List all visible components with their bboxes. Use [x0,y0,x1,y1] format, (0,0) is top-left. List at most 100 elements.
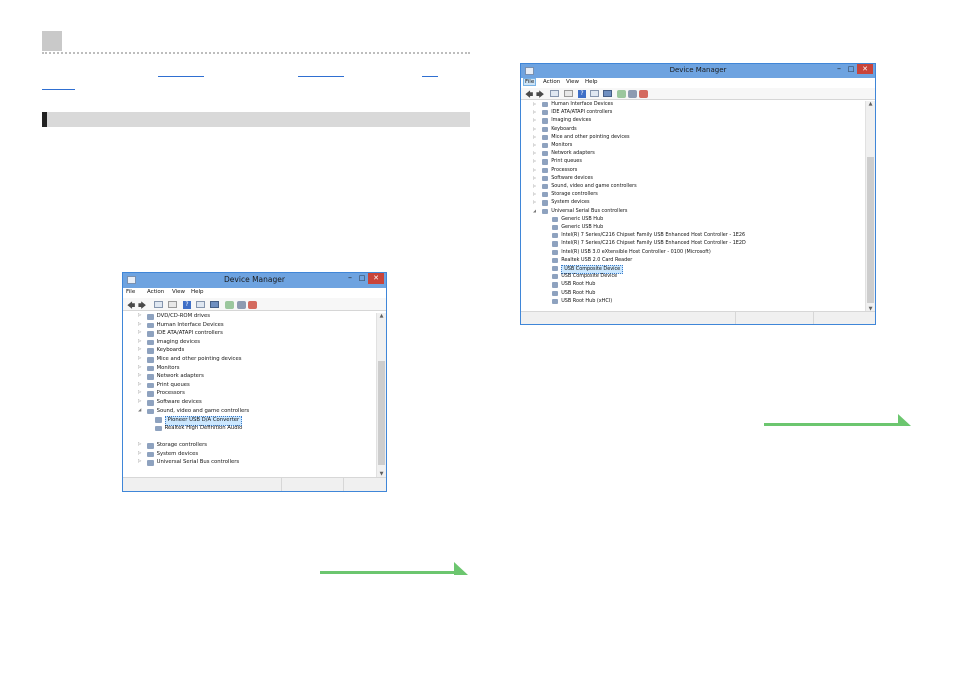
close-button[interactable]: ✕ [857,64,873,74]
expand-arrow-icon[interactable]: ▷ [138,313,141,318]
monitor-view-icon[interactable] [210,301,219,308]
tree-item-label[interactable]: Processors [551,167,577,174]
maximize-button[interactable]: □ [845,65,857,73]
tree-row[interactable]: Pioneer USB D/A Converter [123,416,376,426]
tree-row[interactable]: USB Root Hub [521,290,865,298]
scan-hardware-icon[interactable] [617,90,626,98]
scrollbar-thumb[interactable] [378,361,385,465]
expand-arrow-icon[interactable]: ▷ [533,109,536,114]
minimize-button[interactable]: – [344,273,356,282]
tree-item-label[interactable]: System devices [157,451,199,459]
link-underline-3[interactable] [422,76,438,77]
tree-row[interactable]: Intel(R) 7 Series/C216 Chipset Family US… [521,240,865,248]
tree-row[interactable]: ▷ Universal Serial Bus controllers [123,459,376,468]
disable-device-icon[interactable] [237,301,246,309]
tree-item-label[interactable]: Network adapters [551,150,595,157]
expand-arrow-icon[interactable]: ▷ [138,442,141,447]
tree-item-label[interactable]: Human Interface Devices [157,322,224,330]
link-underline-2[interactable] [298,76,344,77]
properties-icon[interactable] [550,90,559,97]
expand-arrow-icon[interactable]: ▷ [533,134,536,139]
tree-row[interactable]: ▷ IDE ATA/ATAPI controllers [521,109,865,117]
forward-arrow-icon[interactable]: 🡆 [138,300,146,314]
expand-arrow-icon[interactable]: ▷ [533,150,536,155]
menu-file[interactable]: File [523,78,537,86]
tree-row[interactable]: USB Composite Device [521,265,865,275]
tree-row[interactable]: ▷ System devices [521,199,865,207]
tree-item-label[interactable]: Storage controllers [551,191,598,198]
vertical-scrollbar[interactable]: ▲ ▼ [865,101,875,312]
expand-arrow-icon[interactable]: ▷ [138,399,141,404]
tree-row[interactable]: ▷ Software devices [123,399,376,408]
tree-item-label[interactable]: Realtek USB 2.0 Card Reader [561,257,632,264]
tree-item-label[interactable]: Intel(R) USB 3.0 eXtensible Host Control… [561,249,711,256]
tree-item-label[interactable]: Imaging devices [157,339,200,347]
title-bar[interactable]: Device Manager – □ ✕ [123,273,386,288]
tree-item-label[interactable]: Keyboards [551,126,577,133]
tree-row[interactable]: ▷ Processors [123,390,376,399]
menu-help[interactable]: Help [585,79,598,85]
scroll-up-arrow-icon[interactable]: ▲ [377,313,386,319]
tree-item-label[interactable]: USB Composite Device [561,273,617,280]
tree-item-label[interactable]: Generic USB Hub [561,224,603,231]
tree-item-label[interactable]: Mice and other pointing devices [157,356,242,364]
title-bar[interactable]: Device Manager – □ ✕ [521,64,875,78]
uninstall-device-icon[interactable] [248,301,257,309]
tree-row[interactable]: ▷ Human Interface Devices [521,101,865,109]
menu-help[interactable]: Help [191,289,204,295]
minimize-button[interactable]: – [833,64,845,73]
tree-item-label[interactable]: Sound, video and game controllers [157,408,250,416]
expand-arrow-icon[interactable]: ▷ [533,117,536,122]
show-hide-tree-icon[interactable] [564,90,573,97]
tree-row[interactable]: Generic USB Hub [521,224,865,232]
menu-file[interactable]: File [126,289,135,295]
expand-arrow-icon[interactable]: ▷ [533,175,536,180]
vertical-scrollbar[interactable]: ▲ ▼ [376,313,386,477]
tree-row[interactable]: ▷ DVD/CD-ROM drives [123,313,376,322]
uninstall-device-icon[interactable] [639,90,648,98]
update-driver-icon[interactable] [590,90,599,97]
update-driver-icon[interactable] [196,301,205,308]
tree-item-label[interactable]: Monitors [551,142,572,149]
tree-item-label[interactable]: USB Root Hub [561,281,595,288]
tree-item-label[interactable]: Storage controllers [157,442,207,450]
tree-row[interactable]: ▷ Storage controllers [521,191,865,199]
back-arrow-icon[interactable]: 🡄 [127,300,135,314]
expand-arrow-icon[interactable]: ▷ [533,167,536,172]
tree-row[interactable]: USB Root Hub (xHCI) [521,298,865,306]
tree-item-label[interactable]: Universal Serial Bus controllers [551,208,627,215]
menu-view[interactable]: View [172,289,185,295]
tree-row[interactable]: ▷ Human Interface Devices [123,322,376,331]
tree-item-label[interactable]: Intel(R) 7 Series/C216 Chipset Family US… [561,232,745,239]
tree-row[interactable]: ▷ Network adapters [521,150,865,158]
disable-device-icon[interactable] [628,90,637,98]
expand-arrow-icon[interactable]: ▷ [533,126,536,131]
tree-item-label[interactable]: Mice and other pointing devices [551,134,629,141]
tree-row[interactable]: ▷ IDE ATA/ATAPI controllers [123,330,376,339]
expand-arrow-icon[interactable]: ▷ [138,356,141,361]
tree-row[interactable]: Realtek High Definition Audio [123,425,376,434]
tree-row[interactable]: ▷ Print queues [521,158,865,166]
tree-item-label[interactable]: Software devices [551,175,593,182]
tree-item-label[interactable]: Keyboards [157,347,185,355]
expand-arrow-icon[interactable]: ▷ [533,101,536,106]
maximize-button[interactable]: □ [356,274,368,282]
tree-row[interactable]: ▷ Mice and other pointing devices [123,356,376,365]
tree-row[interactable]: ▷ Mice and other pointing devices [521,134,865,142]
tree-row[interactable]: Intel(R) USB 3.0 eXtensible Host Control… [521,249,865,257]
expand-arrow-icon[interactable]: ▷ [138,347,141,352]
expand-arrow-icon[interactable]: ▷ [533,199,536,204]
tree-item-label[interactable]: Intel(R) 7 Series/C216 Chipset Family US… [561,240,746,247]
link-underline-4[interactable] [42,89,75,90]
expand-arrow-icon[interactable]: ▷ [138,451,141,456]
tree-row[interactable]: ▷ Monitors [521,142,865,150]
collapse-arrow-icon[interactable]: ◢ [533,208,536,213]
scroll-up-arrow-icon[interactable]: ▲ [866,101,875,107]
expand-arrow-icon[interactable]: ▷ [138,373,141,378]
expand-arrow-icon[interactable]: ▷ [533,142,536,147]
tree-item-label[interactable]: Print queues [157,382,190,390]
tree-row[interactable]: Realtek USB 2.0 Card Reader [521,257,865,265]
expand-arrow-icon[interactable]: ▷ [533,191,536,196]
tree-row[interactable]: ▷ Software devices [521,175,865,183]
tree-item-label[interactable]: IDE ATA/ATAPI controllers [551,109,612,116]
